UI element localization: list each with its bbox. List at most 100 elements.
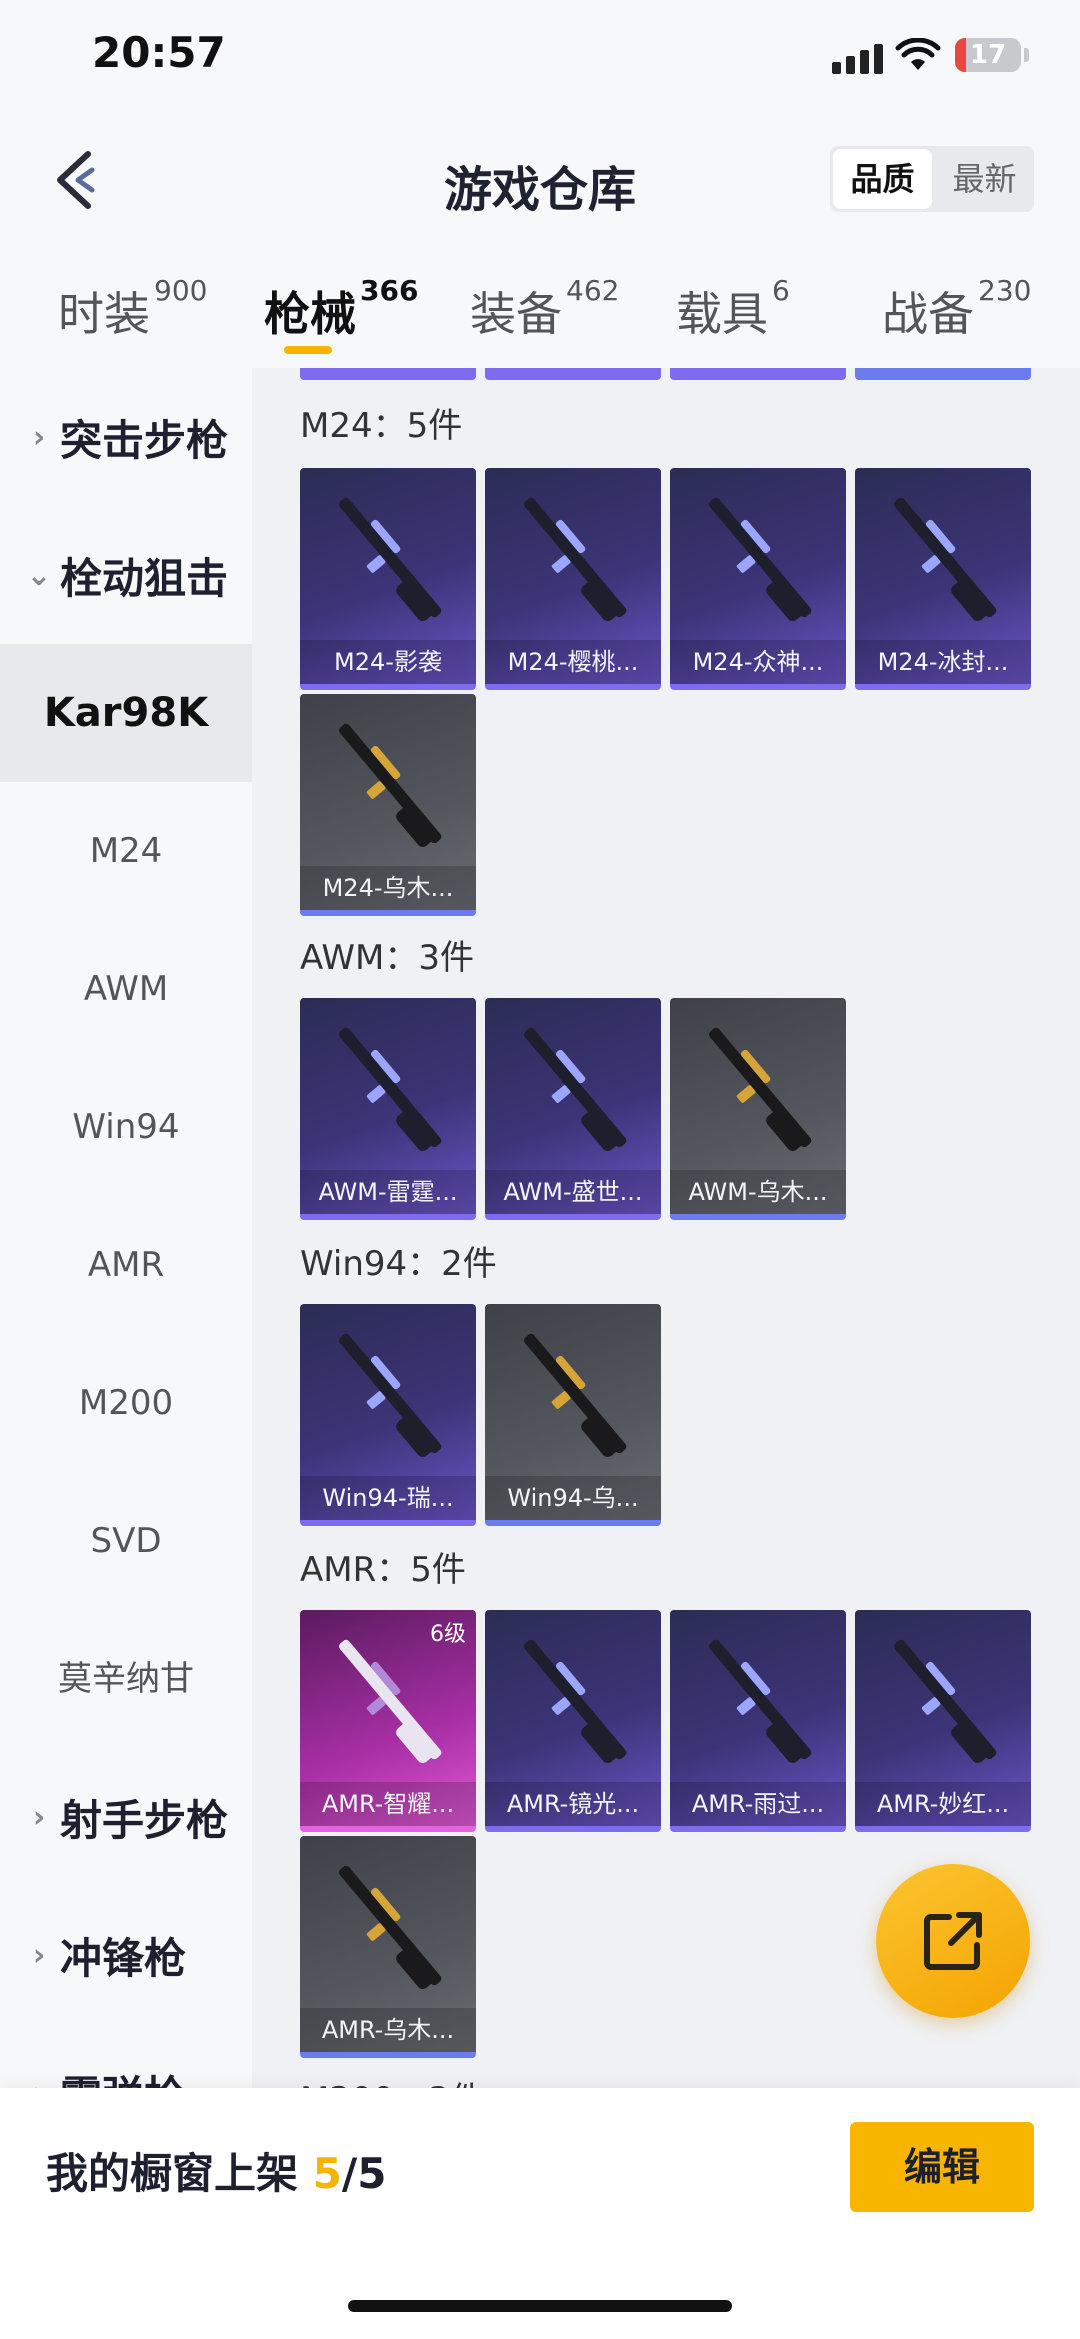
- sidebar-category-assault-rifle[interactable]: › 突击步枪: [0, 368, 252, 506]
- weapon-card[interactable]: AMR-乌木...: [300, 1836, 476, 2058]
- group-title-awm: AWM：3件: [300, 938, 474, 978]
- rifle-icon: [709, 497, 812, 621]
- share-external-icon: [924, 1912, 982, 1970]
- weapon-card[interactable]: 6级 AMR-智耀...: [300, 1610, 476, 1832]
- battery-level: 17: [969, 40, 1007, 70]
- weapon-name: AMR-镜光...: [485, 1782, 661, 1826]
- sort-newest-button[interactable]: 最新: [935, 146, 1034, 212]
- weapon-card[interactable]: AWM-乌木...: [670, 998, 846, 1220]
- sidebar-category-label: 冲锋枪: [60, 1933, 187, 1983]
- tab-count: 6: [772, 274, 790, 307]
- weapon-card[interactable]: Win94-乌...: [485, 1304, 661, 1526]
- sidebar-item-amr[interactable]: AMR: [0, 1196, 252, 1334]
- sidebar-category-bolt-sniper[interactable]: ⌄ 栓动狙击: [0, 506, 252, 644]
- level-badge: 6级: [430, 1622, 466, 1647]
- group-title-amr: AMR：5件: [300, 1550, 466, 1590]
- partial-card[interactable]: [300, 368, 476, 380]
- weapon-card[interactable]: AMR-妙红...: [855, 1610, 1031, 1832]
- home-indicator[interactable]: [348, 2300, 732, 2312]
- wifi-icon: [895, 38, 941, 70]
- tab-fashion[interactable]: 时装 900: [58, 274, 207, 344]
- tab-label: 时装: [58, 287, 150, 341]
- sidebar-category-label: 射手步枪: [60, 1795, 229, 1845]
- chevron-down-icon: ⌄: [26, 557, 52, 593]
- tab-count: 900: [154, 274, 208, 307]
- weapon-name: M24-影袭: [300, 640, 476, 684]
- weapon-name: AMR-乌木...: [300, 2008, 476, 2052]
- tab-label: 枪械: [264, 287, 356, 341]
- weapon-name: AWM-乌木...: [670, 1170, 846, 1214]
- sidebar-item-m200[interactable]: M200: [0, 1334, 252, 1472]
- weapon-card[interactable]: M24-乌木...: [300, 694, 476, 916]
- rifle-icon: [524, 1639, 627, 1763]
- nav-header: 游戏仓库 品质 最新: [0, 120, 1080, 240]
- weapon-card[interactable]: M24-众神...: [670, 468, 846, 690]
- sidebar-item-kar98k[interactable]: Kar98K: [0, 644, 252, 782]
- weapon-name: AWM-雷霆...: [300, 1170, 476, 1214]
- sidebar-category-label: 霰弹枪: [60, 2063, 186, 2089]
- rifle-icon: [339, 1027, 442, 1151]
- group-title-m200: M200：3件: [300, 2072, 484, 2088]
- weapon-card[interactable]: AWM-雷霆...: [300, 998, 476, 1220]
- tab-label: 战备: [882, 287, 974, 341]
- status-time: 20:57: [92, 28, 226, 77]
- weapon-card[interactable]: Win94-瑞...: [300, 1304, 476, 1526]
- sidebar-category-marksman[interactable]: › 射手步枪: [0, 1748, 252, 1886]
- tab-supplies[interactable]: 战备 230: [882, 274, 1031, 344]
- weapon-card[interactable]: AMR-镜光...: [485, 1610, 661, 1832]
- sidebar-item-mosin[interactable]: 莫辛纳甘: [0, 1610, 252, 1748]
- share-fab-button[interactable]: [876, 1864, 1030, 2018]
- chevron-right-icon: ›: [32, 1799, 46, 1835]
- edit-button[interactable]: 编辑: [850, 2122, 1034, 2212]
- weapon-name: M24-冰封...: [855, 640, 1031, 684]
- tab-active-indicator: [284, 346, 332, 354]
- tab-equipment[interactable]: 装备 462: [470, 274, 619, 344]
- sidebar-category-smg[interactable]: › 冲锋枪: [0, 1886, 252, 2024]
- sidebar-item-win94[interactable]: Win94: [0, 1058, 252, 1196]
- weapon-name: Win94-乌...: [485, 1476, 661, 1520]
- rifle-icon: [339, 1333, 442, 1457]
- tab-guns[interactable]: 枪械 366: [264, 274, 418, 344]
- tab-count: 366: [360, 274, 419, 307]
- weapon-card[interactable]: AMR-雨过...: [670, 1610, 846, 1832]
- rifle-icon: [894, 497, 997, 621]
- showcase-count: 5: [312, 2149, 342, 2198]
- sort-quality-button[interactable]: 品质: [833, 149, 932, 209]
- sidebar-item-awm[interactable]: AWM: [0, 920, 252, 1058]
- sidebar-category-label: 突击步枪: [60, 415, 229, 465]
- tab-label: 载具: [676, 287, 768, 341]
- sidebar-category-label: 栓动狙击: [60, 553, 229, 603]
- sidebar-item-svd[interactable]: SVD: [0, 1472, 252, 1610]
- rifle-icon: [339, 1639, 442, 1763]
- weapon-name: AMR-智耀...: [300, 1782, 476, 1826]
- weapon-grid: M24：5件 M24-影袭 M24-樱桃... M24-众神... M24-冰封…: [252, 368, 1080, 2088]
- tab-count: 230: [978, 274, 1032, 307]
- chevron-right-icon: ›: [22, 2076, 56, 2089]
- group-title-m24: M24：5件: [300, 406, 463, 446]
- tab-vehicles[interactable]: 载具 6: [676, 274, 790, 344]
- rifle-icon: [709, 1027, 812, 1151]
- showcase-status: 我的橱窗上架 5/5: [46, 2140, 386, 2201]
- weapon-card[interactable]: AWM-盛世...: [485, 998, 661, 1220]
- partial-card[interactable]: [670, 368, 846, 380]
- weapon-card[interactable]: M24-影袭: [300, 468, 476, 690]
- chevron-right-icon: ›: [32, 419, 46, 455]
- weapon-name: M24-众神...: [670, 640, 846, 684]
- showcase-label: 我的橱窗上架: [46, 2149, 299, 2198]
- sidebar-item-m24[interactable]: M24: [0, 782, 252, 920]
- partial-card[interactable]: [485, 368, 661, 380]
- weapon-name: AMR-雨过...: [670, 1782, 846, 1826]
- rifle-icon: [709, 1639, 812, 1763]
- weapon-sidebar: › 突击步枪 ⌄ 栓动狙击 Kar98K M24 AWM Win94 AMR M20…: [0, 368, 252, 2088]
- tab-label: 装备: [470, 287, 562, 341]
- partial-card[interactable]: [855, 368, 1031, 380]
- group-title-win94: Win94：2件: [300, 1244, 497, 1284]
- sidebar-category-shotgun[interactable]: › 霰弹枪: [0, 2024, 252, 2089]
- weapon-card[interactable]: M24-樱桃...: [485, 468, 661, 690]
- sort-toggle: 品质 最新: [830, 146, 1034, 212]
- rifle-icon: [339, 723, 442, 847]
- tab-count: 462: [566, 274, 620, 307]
- weapon-name: M24-乌木...: [300, 866, 476, 910]
- weapon-card[interactable]: M24-冰封...: [855, 468, 1031, 690]
- showcase-total: /5: [341, 2149, 387, 2198]
